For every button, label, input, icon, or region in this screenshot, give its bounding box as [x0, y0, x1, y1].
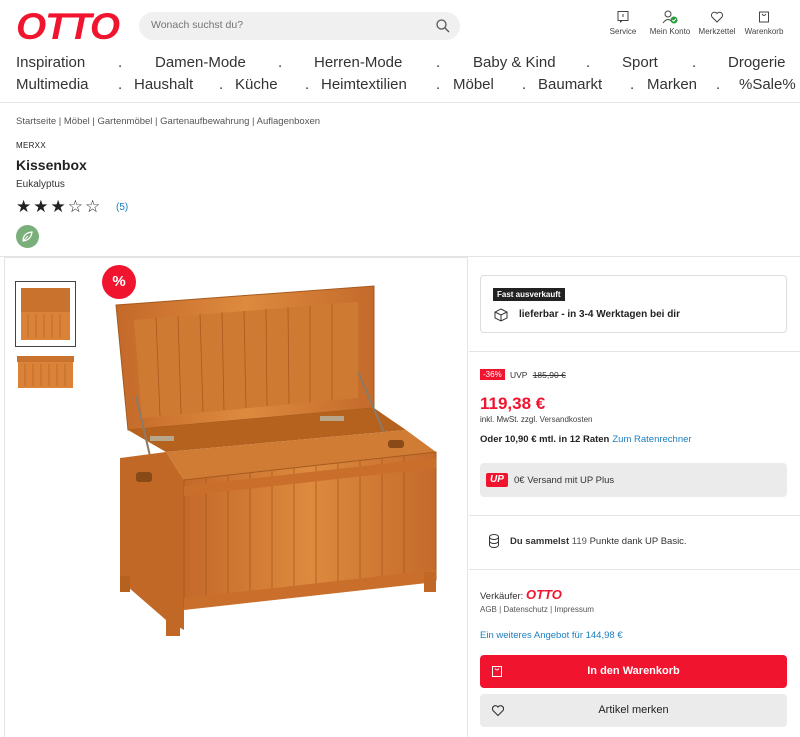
- nav-separator: .: [630, 76, 635, 93]
- current-price: 119,38 €: [480, 394, 546, 413]
- header: OTTO Service Mein Konto Merkzettel Waren…: [0, 0, 800, 50]
- heart-icon: [491, 705, 505, 717]
- nav-separator: .: [305, 76, 310, 93]
- nav-separator: .: [716, 76, 721, 93]
- nav-separator: .: [436, 76, 441, 93]
- nav-divider: [0, 102, 800, 103]
- account-link[interactable]: Mein Konto: [645, 10, 695, 36]
- vat-label: inkl. MwSt. zzgl.: [480, 415, 538, 424]
- nav-item-marken[interactable]: Marken: [647, 76, 697, 93]
- nav-item-drogerie[interactable]: Drogerie: [728, 54, 786, 71]
- availability-box: Fast ausverkauft lieferbar - in 3-4 Werk…: [480, 275, 787, 333]
- package-icon: [494, 308, 508, 322]
- panel-divider: [469, 351, 800, 352]
- shipping-costs-link[interactable]: Versandkosten: [540, 415, 593, 424]
- product-title: Kissenbox: [16, 157, 87, 173]
- brand-name[interactable]: MERXX: [16, 141, 46, 150]
- low-stock-badge: Fast ausverkauft: [493, 288, 565, 301]
- account-icon: [662, 10, 678, 24]
- nav-item-inspiration[interactable]: Inspiration: [16, 54, 85, 71]
- service-label: Service: [609, 27, 637, 36]
- points-prefix: Du sammelst: [510, 536, 570, 547]
- rating-stars[interactable]: ★★★☆☆: [16, 197, 102, 217]
- remember-item-label: Artikel merken: [598, 704, 669, 716]
- nav-item-baumarkt[interactable]: Baumarkt: [538, 76, 602, 93]
- rating-count[interactable]: (5): [116, 202, 128, 213]
- nav-item-herren-mode[interactable]: Herren-Mode: [314, 54, 402, 71]
- uvp-value: 185,90 €: [532, 370, 566, 380]
- remember-item-button[interactable]: Artikel merken: [480, 694, 787, 727]
- wishlist-label: Merkzettel: [698, 27, 736, 36]
- nav-separator: .: [118, 76, 123, 93]
- seller-logo[interactable]: OTTO: [526, 587, 562, 602]
- thumbnail-2[interactable]: [15, 348, 76, 414]
- nav-item-baby-kind[interactable]: Baby & Kind: [473, 54, 556, 71]
- nav-item-sport[interactable]: Sport: [622, 54, 658, 71]
- service-icon: [617, 11, 629, 23]
- cart-icon: [759, 11, 769, 23]
- discount-badge: -36%: [480, 369, 505, 380]
- nav-separator: .: [586, 54, 591, 71]
- panel-divider: [469, 569, 800, 570]
- nav-item-multimedia[interactable]: Multimedia: [16, 76, 89, 93]
- points-number: 119: [571, 536, 587, 547]
- heart-icon: [710, 11, 724, 23]
- add-to-cart-button[interactable]: In den Warenkorb: [480, 655, 787, 688]
- nav-item-damen-mode[interactable]: Damen-Mode: [155, 54, 246, 71]
- installment-info: Oder 10,90 € mtl. in 12 Raten Zum Ratenre…: [480, 434, 692, 445]
- nav-item-sale[interactable]: %Sale%: [739, 76, 796, 93]
- breadcrumb[interactable]: Startseite | Möbel | Gartenmöbel | Garte…: [16, 116, 320, 127]
- nav-separator: .: [219, 76, 224, 93]
- leaf-icon: [22, 231, 33, 242]
- cart-label: Warenkorb: [744, 27, 784, 36]
- up-logo: UP: [486, 473, 508, 487]
- thumbnail-1[interactable]: [15, 281, 76, 347]
- other-offer-link[interactable]: Ein weiteres Angebot für 144,98 €: [480, 630, 623, 641]
- add-to-cart-label: In den Warenkorb: [587, 665, 680, 677]
- points-info: Du sammelst 119 Punkte dank UP Basic.: [510, 536, 687, 547]
- nav-item-moebel[interactable]: Möbel: [453, 76, 494, 93]
- seller-label: Verkäufer:: [480, 591, 524, 602]
- nav-separator: .: [278, 54, 283, 71]
- nav-separator: .: [692, 54, 697, 71]
- thumbnail-image-closed-box: [17, 356, 74, 388]
- uvp-label: UVP: [510, 370, 528, 380]
- service-link[interactable]: Service: [603, 10, 643, 36]
- nav-separator: .: [118, 54, 123, 71]
- product-image[interactable]: [106, 280, 446, 640]
- vat-note: inkl. MwSt. zzgl. Versandkosten: [480, 415, 593, 424]
- nav-item-haushalt[interactable]: Haushalt: [134, 76, 193, 93]
- up-plus-text: 0€ Versand mit UP Plus: [514, 475, 615, 486]
- cart-link[interactable]: Warenkorb: [742, 10, 786, 36]
- points-suffix: Punkte dank UP Basic.: [589, 536, 687, 547]
- thumbnail-image-open-box: [21, 288, 70, 340]
- seller-legal-links[interactable]: AGB | Datenschutz | Impressum: [480, 605, 594, 614]
- product-variant: Eukalyptus: [16, 179, 65, 190]
- nav-separator: .: [522, 76, 527, 93]
- delivery-info: lieferbar - in 3-4 Werktagen bei dir: [519, 309, 680, 320]
- up-plus-box[interactable]: UP 0€ Versand mit UP Plus: [480, 463, 787, 497]
- installment-text: Oder 10,90 € mtl. in 12 Raten: [480, 434, 610, 445]
- uvp-price: UVP 185,90 €: [510, 370, 566, 380]
- wishlist-link[interactable]: Merkzettel: [697, 10, 737, 36]
- account-label: Mein Konto: [649, 27, 691, 36]
- nav-item-heimtextilien[interactable]: Heimtextilien: [321, 76, 407, 93]
- installment-calculator-link[interactable]: Zum Ratenrechner: [612, 434, 691, 445]
- coin-icon: [489, 534, 499, 548]
- panel-divider: [469, 515, 800, 516]
- cart-icon: [492, 666, 502, 677]
- nav-separator: .: [436, 54, 441, 71]
- sustainability-badge[interactable]: [16, 225, 39, 248]
- seller-info: Verkäufer: OTTO: [480, 587, 562, 602]
- nav-item-kueche[interactable]: Küche: [235, 76, 278, 93]
